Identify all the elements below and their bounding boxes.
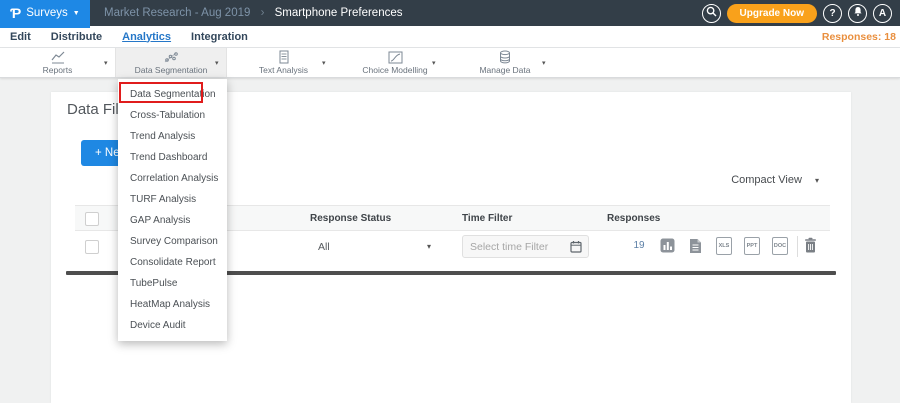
logo-edge-accent (0, 26, 90, 28)
product-label: Surveys (26, 7, 68, 19)
breadcrumb-separator: › (261, 7, 265, 19)
responses-count-value[interactable]: 19 (628, 240, 650, 251)
account-avatar[interactable]: A (873, 4, 892, 23)
toolbar-label-reports: Reports (43, 65, 73, 75)
manage-data-caret-icon[interactable]: ▾ (542, 59, 546, 67)
menu-item-heatmap-analysis[interactable]: HeatMap Analysis (118, 294, 227, 315)
response-status-select[interactable]: All (318, 241, 330, 253)
header-response-status: Response Status (310, 213, 391, 224)
brand-logo-icon: Ƥ (10, 5, 21, 21)
chevron-down-icon: ▼ (73, 10, 80, 17)
toolbar-label-data-segmentation: Data Segmentation (135, 65, 208, 75)
menu-item-turf-analysis[interactable]: TURF Analysis (118, 189, 227, 210)
tab-analytics[interactable]: Analytics (122, 31, 171, 43)
menu-item-correlation-analysis[interactable]: Correlation Analysis (118, 168, 227, 189)
menu-item-consolidate-report[interactable]: Consolidate Report (118, 252, 227, 273)
select-all-checkbox[interactable] (85, 212, 99, 226)
bell-icon (853, 6, 863, 20)
help-button[interactable]: ? (823, 4, 842, 23)
export-xls-icon[interactable]: XLS (716, 237, 732, 255)
time-filter-input[interactable] (470, 236, 565, 257)
line-chart-icon (50, 51, 66, 64)
dashboard-report-icon[interactable] (660, 238, 675, 258)
survey-section-nav: Edit Distribute Analytics Integration Re… (0, 26, 900, 48)
calendar-icon[interactable] (570, 240, 582, 258)
row-actions-divider (797, 236, 798, 257)
toolbar-label-text-analysis: Text Analysis (259, 65, 308, 75)
menu-item-device-audit[interactable]: Device Audit (118, 315, 227, 336)
time-filter-field (462, 235, 589, 258)
menu-item-cross-tabulation[interactable]: Cross-Tabulation (118, 105, 227, 126)
tab-integration[interactable]: Integration (191, 31, 248, 43)
breadcrumb-parent[interactable]: Market Research - Aug 2019 (104, 7, 250, 19)
tab-edit[interactable]: Edit (10, 31, 31, 43)
breadcrumb: Market Research - Aug 2019 › Smartphone … (104, 7, 403, 19)
text-document-icon (277, 50, 291, 64)
menu-item-survey-comparison[interactable]: Survey Comparison (118, 231, 227, 252)
toolbar-label-manage-data: Manage Data (479, 65, 530, 75)
response-status-caret-icon[interactable]: ▾ (427, 242, 431, 251)
trash-icon[interactable] (804, 237, 817, 258)
choice-modelling-caret-icon[interactable]: ▾ (432, 59, 436, 67)
top-navbar: Ƥ Surveys ▼ Market Research - Aug 2019 ›… (0, 0, 900, 26)
text-analysis-caret-icon[interactable]: ▾ (322, 59, 326, 67)
reports-caret-icon[interactable]: ▾ (104, 59, 108, 67)
upgrade-now-button[interactable]: Upgrade Now (727, 4, 817, 23)
menu-item-trend-dashboard[interactable]: Trend Dashboard (118, 147, 227, 168)
compact-view-label: Compact View (731, 174, 802, 186)
breadcrumb-current: Smartphone Preferences (275, 7, 403, 19)
data-segmentation-caret-icon[interactable]: ▾ (215, 59, 219, 67)
compact-view-dropdown[interactable]: Compact View ▾ (731, 174, 819, 186)
compact-view-caret-icon: ▾ (815, 176, 819, 185)
menu-item-tubepulse[interactable]: TubePulse (118, 273, 227, 294)
export-ppt-icon[interactable]: PPT (744, 237, 760, 255)
data-segmentation-dropdown-menu: Data Segmentation Cross-Tabulation Trend… (118, 79, 227, 341)
row-checkbox[interactable] (85, 240, 99, 254)
document-export-icon[interactable] (689, 238, 702, 259)
topbar-actions: Upgrade Now ? A (702, 0, 892, 26)
export-doc-icon[interactable]: DOC (772, 237, 788, 255)
header-time-filter: Time Filter (462, 213, 512, 224)
notifications-button[interactable] (848, 4, 867, 23)
search-button[interactable] (702, 4, 721, 23)
analytics-toolbar: Reports ▾ Data Segmentation ▾ Text Analy… (0, 48, 900, 78)
toolbar-item-data-segmentation[interactable]: Data Segmentation (115, 48, 227, 77)
app-window: Ƥ Surveys ▼ Market Research - Aug 2019 ›… (0, 0, 900, 403)
header-responses: Responses (607, 213, 660, 224)
database-icon (498, 50, 512, 64)
menu-item-trend-analysis[interactable]: Trend Analysis (118, 126, 227, 147)
curve-chart-icon (388, 51, 403, 64)
toolbar-label-choice-modelling: Choice Modelling (362, 65, 427, 75)
scatter-chart-icon (163, 51, 179, 64)
menu-item-gap-analysis[interactable]: GAP Analysis (118, 210, 227, 231)
tab-distribute[interactable]: Distribute (51, 31, 102, 43)
surveys-menu-button[interactable]: Ƥ Surveys ▼ (0, 0, 90, 26)
menu-item-data-segmentation[interactable]: Data Segmentation (118, 84, 227, 105)
toolbar-item-reports[interactable]: Reports (0, 48, 115, 77)
search-icon (706, 6, 717, 20)
responses-count-label[interactable]: Responses: 18 (822, 26, 896, 48)
